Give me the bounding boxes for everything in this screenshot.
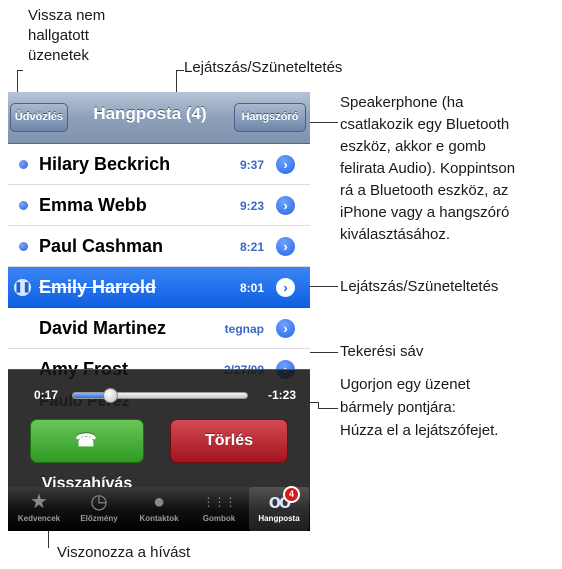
phone-screen: Üdvözlés Hangposta (4) Hangszóró Hilary … [8, 92, 310, 531]
nav-title: Hangposta (4) [93, 104, 207, 123]
tab-bar: ★ Kedvencek ◷ Előzmény ● Kontaktok ⋮⋮⋮ Gombok oo… [8, 486, 310, 531]
playback-panel: 0:17 -1:23 ☎Visszahívás Törlés [8, 369, 310, 492]
leader-play-pause-right [308, 286, 338, 287]
message-time: 8:21 [239, 240, 264, 254]
leader-scrub-help-v [318, 402, 319, 409]
caller-name: Hilary Beckrich [39, 154, 171, 174]
voicemail-row[interactable]: Emma Webb 9:23 › [8, 185, 310, 226]
message-time: tegnap [224, 322, 264, 336]
caller-name: David Martinez [39, 318, 167, 338]
detail-disclosure-icon[interactable]: › [276, 319, 295, 338]
tab-kontaktok[interactable]: ● Kontaktok [129, 487, 189, 531]
voicemail-row[interactable]: ❚❚ Emily Harrold 8:01 › [8, 267, 310, 308]
voicemail-icon: oo [268, 491, 291, 513]
leader-play-pause-top-h [176, 70, 184, 71]
star-icon: ★ [30, 491, 48, 513]
message-time: 9:23 [239, 199, 264, 213]
tab-label: Hangposta [258, 514, 300, 523]
voicemail-row[interactable]: Paul Cashman 8:21 › [8, 226, 310, 267]
message-time: 9:37 [239, 158, 264, 172]
annotation-callback: Viszonozza a hívást [57, 544, 191, 561]
clock-icon: ◷ [90, 491, 108, 513]
voicemail-count-badge: 4 [283, 486, 300, 503]
detail-disclosure-icon[interactable]: › [276, 155, 295, 174]
greeting-button[interactable]: Üdvözlés [10, 103, 68, 132]
message-time: 8:01 [239, 281, 264, 295]
annotation-unheard: Vissza nem hallgatott üzenetek [28, 7, 106, 64]
annotation-scrub-bar: Tekerési sáv [340, 343, 424, 360]
detail-disclosure-icon[interactable]: › [276, 278, 295, 297]
detail-disclosure-icon[interactable]: › [276, 196, 295, 215]
speaker-button[interactable]: Hangszóró [234, 103, 306, 132]
annotation-speakerphone: Speakerphone (ha csatlakozik egy Bluetoo… [340, 94, 516, 243]
voicemail-row[interactable]: David Martinez tegnap › [8, 308, 310, 349]
unheard-dot-icon [19, 160, 28, 169]
annotation-scrub-help: Ugorjon egy üzenet bármely pontjára: Húz… [340, 376, 499, 439]
navigation-bar: Üdvözlés Hangposta (4) Hangszóró [8, 92, 310, 144]
unheard-dot-icon [19, 242, 28, 251]
scrub-bar[interactable] [72, 388, 248, 403]
unheard-dot-icon [19, 201, 28, 210]
callback-button[interactable]: ☎Visszahívás [30, 419, 144, 492]
tab-label: Gombok [202, 514, 236, 523]
caller-name: Paul Cashman [39, 236, 164, 256]
voicemail-row[interactable]: Hilary Beckrich 9:37 › [8, 144, 310, 185]
tab-gombok[interactable]: ⋮⋮⋮ Gombok [189, 487, 249, 531]
annotation-play-pause-top: Lejátszás/Szüneteltetés [184, 59, 343, 76]
caller-name: Emily Harrold [39, 277, 157, 297]
annotation-play-pause-right: Lejátszás/Szüneteltetés [340, 278, 499, 295]
leader-unheard-tick-top [17, 70, 23, 71]
playhead-knob[interactable] [102, 388, 118, 403]
remaining-time: -1:23 [267, 388, 296, 402]
caller-name: Emma Webb [39, 195, 147, 215]
tab-előzmény[interactable]: ◷ Előzmény [69, 487, 129, 531]
tab-hangposta[interactable]: oo Hangposta 4 [249, 486, 309, 531]
contact-icon: ● [152, 491, 166, 513]
phone-icon: ☎ [75, 431, 97, 450]
tab-kedvencek[interactable]: ★ Kedvencek [9, 487, 69, 531]
tab-label: Előzmény [80, 514, 118, 523]
tab-label: Kedvencek [17, 514, 61, 523]
elapsed-time: 0:17 [34, 388, 59, 402]
delete-button[interactable]: Törlés [170, 419, 288, 463]
leader-scrub-help-h [318, 408, 338, 409]
pause-icon[interactable]: ❚❚ [14, 279, 31, 296]
tab-label: Kontaktok [139, 514, 179, 523]
detail-disclosure-icon[interactable]: › [276, 237, 295, 256]
keypad-icon: ⋮⋮⋮ [202, 495, 237, 509]
